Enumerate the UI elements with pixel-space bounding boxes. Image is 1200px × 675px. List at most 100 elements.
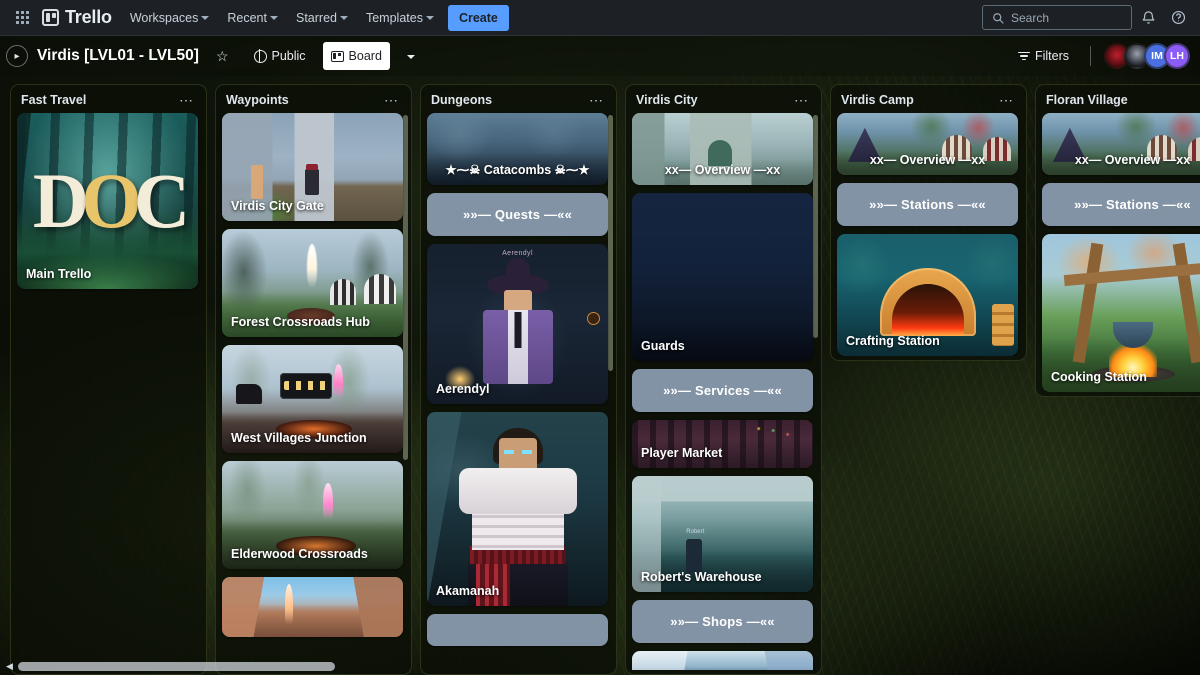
list-actions-icon[interactable]: ⋯ xyxy=(380,93,403,107)
list-cards[interactable]: Virdis City Gate Forest Crossroads Hub xyxy=(220,113,409,670)
cover-eyes xyxy=(504,450,532,454)
card-stations-separator[interactable]: »»— Stations —«« xyxy=(1042,183,1200,226)
cover-horse xyxy=(236,384,262,404)
list-waypoints[interactable]: Waypoints ⋯ Virdis City Gate xyxy=(215,84,412,675)
help-circle-icon xyxy=(1171,10,1186,25)
cover-flame xyxy=(307,244,317,288)
search-input[interactable]: Search xyxy=(982,5,1132,30)
board-view-button[interactable]: Board xyxy=(323,42,390,70)
nav-workspaces-label: Workspaces xyxy=(130,11,199,25)
list-cards[interactable]: DOC Main Trello xyxy=(15,113,204,670)
list-cards[interactable]: ★⁓☠ Catacombs ☠⁓★ »»— Quests —«« Aerendy… xyxy=(425,113,614,670)
card-virdis-camp-overview[interactable]: xx— Overview —xx xyxy=(837,113,1018,175)
doc-letter-c: C xyxy=(134,156,182,246)
board-visibility-button[interactable]: Public xyxy=(246,42,314,70)
chevron-down-icon xyxy=(407,55,415,59)
list-header: Virdis City ⋯ xyxy=(630,91,819,113)
card-roberts-warehouse[interactable]: Robert Robert's Warehouse xyxy=(632,476,813,592)
card-west-villages-junction[interactable]: West Villages Junction xyxy=(222,345,403,453)
card-virdis-city-overview[interactable]: xx— Overview —xx xyxy=(632,113,813,185)
search-placeholder: Search xyxy=(1011,11,1049,25)
card-aerendyl[interactable]: Aerendyl Aerendyl xyxy=(427,244,608,404)
doc-letter-o: O xyxy=(81,156,134,246)
card-forest-crossroads-hub[interactable]: Forest Crossroads Hub xyxy=(222,229,403,337)
trello-brand-label: Trello xyxy=(65,7,112,28)
list-cards[interactable]: xx— Overview —xx »»— Stations —«« Crafti… xyxy=(835,113,1024,356)
cover-head xyxy=(504,290,532,312)
chevron-down-icon xyxy=(270,16,278,20)
star-board-button[interactable]: ☆ xyxy=(208,42,237,70)
card-cooking-station[interactable]: Cooking Station xyxy=(1042,234,1200,392)
hscroll-track[interactable] xyxy=(18,662,1194,671)
card-shops-separator[interactable]: »»— Shops —«« xyxy=(632,600,813,643)
card-cover-image xyxy=(222,577,403,637)
card-player-market[interactable]: Player Market xyxy=(632,420,813,468)
list-actions-icon[interactable]: ⋯ xyxy=(790,93,813,107)
card-main-trello[interactable]: DOC Main Trello xyxy=(17,113,198,289)
nav-starred[interactable]: Starred xyxy=(288,5,356,31)
filters-button[interactable]: Filters xyxy=(1010,42,1077,70)
card-title: West Villages Junction xyxy=(222,424,403,453)
board-view-label: Board xyxy=(349,49,382,63)
board-lists-container[interactable]: Fast Travel ⋯ DOC Main Trello Waypoints … xyxy=(0,76,1200,675)
card-guards[interactable]: Guards xyxy=(632,193,813,361)
card-crafting-station[interactable]: Crafting Station xyxy=(837,234,1018,356)
board-members: IM LH xyxy=(1104,43,1190,69)
list-fast-travel[interactable]: Fast Travel ⋯ DOC Main Trello xyxy=(10,84,207,675)
list-actions-icon[interactable]: ⋯ xyxy=(175,93,198,107)
list-virdis-camp[interactable]: Virdis Camp ⋯ xx— Overview —xx »»— Stati… xyxy=(830,84,1027,361)
card-catacombs[interactable]: ★⁓☠ Catacombs ☠⁓★ xyxy=(427,113,608,185)
board-header: ▸ Virdis [LVL01 - LVL50] ☆ Public Board … xyxy=(0,36,1200,76)
card-virdis-city-gate[interactable]: Virdis City Gate xyxy=(222,113,403,221)
board-view-switcher[interactable] xyxy=(399,42,423,70)
card-title: Cooking Station xyxy=(1042,363,1200,392)
board-horizontal-scrollbar[interactable]: ◀ xyxy=(0,659,1200,673)
chevron-down-icon xyxy=(426,16,434,20)
notifications-button[interactable] xyxy=(1134,4,1162,32)
card-services-separator[interactable]: »»— Services —«« xyxy=(632,369,813,412)
filters-label: Filters xyxy=(1035,49,1069,63)
board-title[interactable]: Virdis [LVL01 - LVL50] xyxy=(37,47,199,65)
trello-home-link[interactable]: Trello xyxy=(38,7,120,28)
card-title: xx— Overview —xx xyxy=(1042,146,1200,175)
list-dungeons[interactable]: Dungeons ⋯ ★⁓☠ Catacombs ☠⁓★ »»— Quests … xyxy=(420,84,617,675)
list-title: Virdis Camp xyxy=(841,93,914,107)
card-partial-canyon[interactable] xyxy=(222,577,403,637)
search-icon xyxy=(992,12,1004,24)
top-navigation-bar: Trello Workspaces Recent Starred Templat… xyxy=(0,0,1200,36)
list-floran-village[interactable]: Floran Village ⋯ xx— Overview —xx »»— St… xyxy=(1035,84,1200,397)
card-title: Guards xyxy=(632,332,813,361)
list-cards[interactable]: xx— Overview —xx »»— Stations —«« Cookin… xyxy=(1040,113,1200,392)
help-button[interactable] xyxy=(1164,4,1192,32)
cover-tie xyxy=(514,312,521,348)
trello-logo-icon xyxy=(42,9,59,26)
card-stations-separator[interactable]: »»— Stations —«« xyxy=(837,183,1018,226)
cover-tent xyxy=(330,279,356,305)
filter-icon xyxy=(1018,52,1030,61)
board-hscroll-thumb[interactable] xyxy=(18,662,336,671)
sidebar-toggle-button[interactable]: ▸ xyxy=(6,45,28,67)
chevron-left-icon[interactable]: ◀ xyxy=(6,661,13,672)
member-avatar-4[interactable]: LH xyxy=(1164,43,1190,69)
cover-carriage xyxy=(280,373,332,399)
list-actions-icon[interactable]: ⋯ xyxy=(585,93,608,107)
nav-recent[interactable]: Recent xyxy=(219,5,286,31)
card-quests-separator[interactable]: »»— Quests —«« xyxy=(427,193,608,236)
list-title: Floran Village xyxy=(1046,93,1128,107)
list-virdis-city[interactable]: Virdis City ⋯ xx— Overview —xx Guards »»… xyxy=(625,84,822,675)
card-separator-partial[interactable] xyxy=(427,614,608,646)
card-elderwood-crossroads[interactable]: Elderwood Crossroads xyxy=(222,461,403,569)
list-actions-icon[interactable]: ⋯ xyxy=(995,93,1018,107)
list-cards[interactable]: xx— Overview —xx Guards »»— Services —««… xyxy=(630,113,819,670)
nav-workspaces[interactable]: Workspaces xyxy=(122,5,218,31)
card-akamanah[interactable]: Akamanah xyxy=(427,412,608,606)
list-vertical-scrollbar[interactable] xyxy=(813,115,818,338)
card-floran-village-overview[interactable]: xx— Overview —xx xyxy=(1042,113,1200,175)
card-title: Aerendyl xyxy=(427,375,608,404)
create-button[interactable]: Create xyxy=(448,5,509,31)
card-title: Virdis City Gate xyxy=(222,192,403,221)
apps-grid-icon[interactable] xyxy=(8,4,36,32)
list-vertical-scrollbar[interactable] xyxy=(608,115,613,371)
nav-templates[interactable]: Templates xyxy=(358,5,442,31)
list-vertical-scrollbar[interactable] xyxy=(403,115,408,460)
